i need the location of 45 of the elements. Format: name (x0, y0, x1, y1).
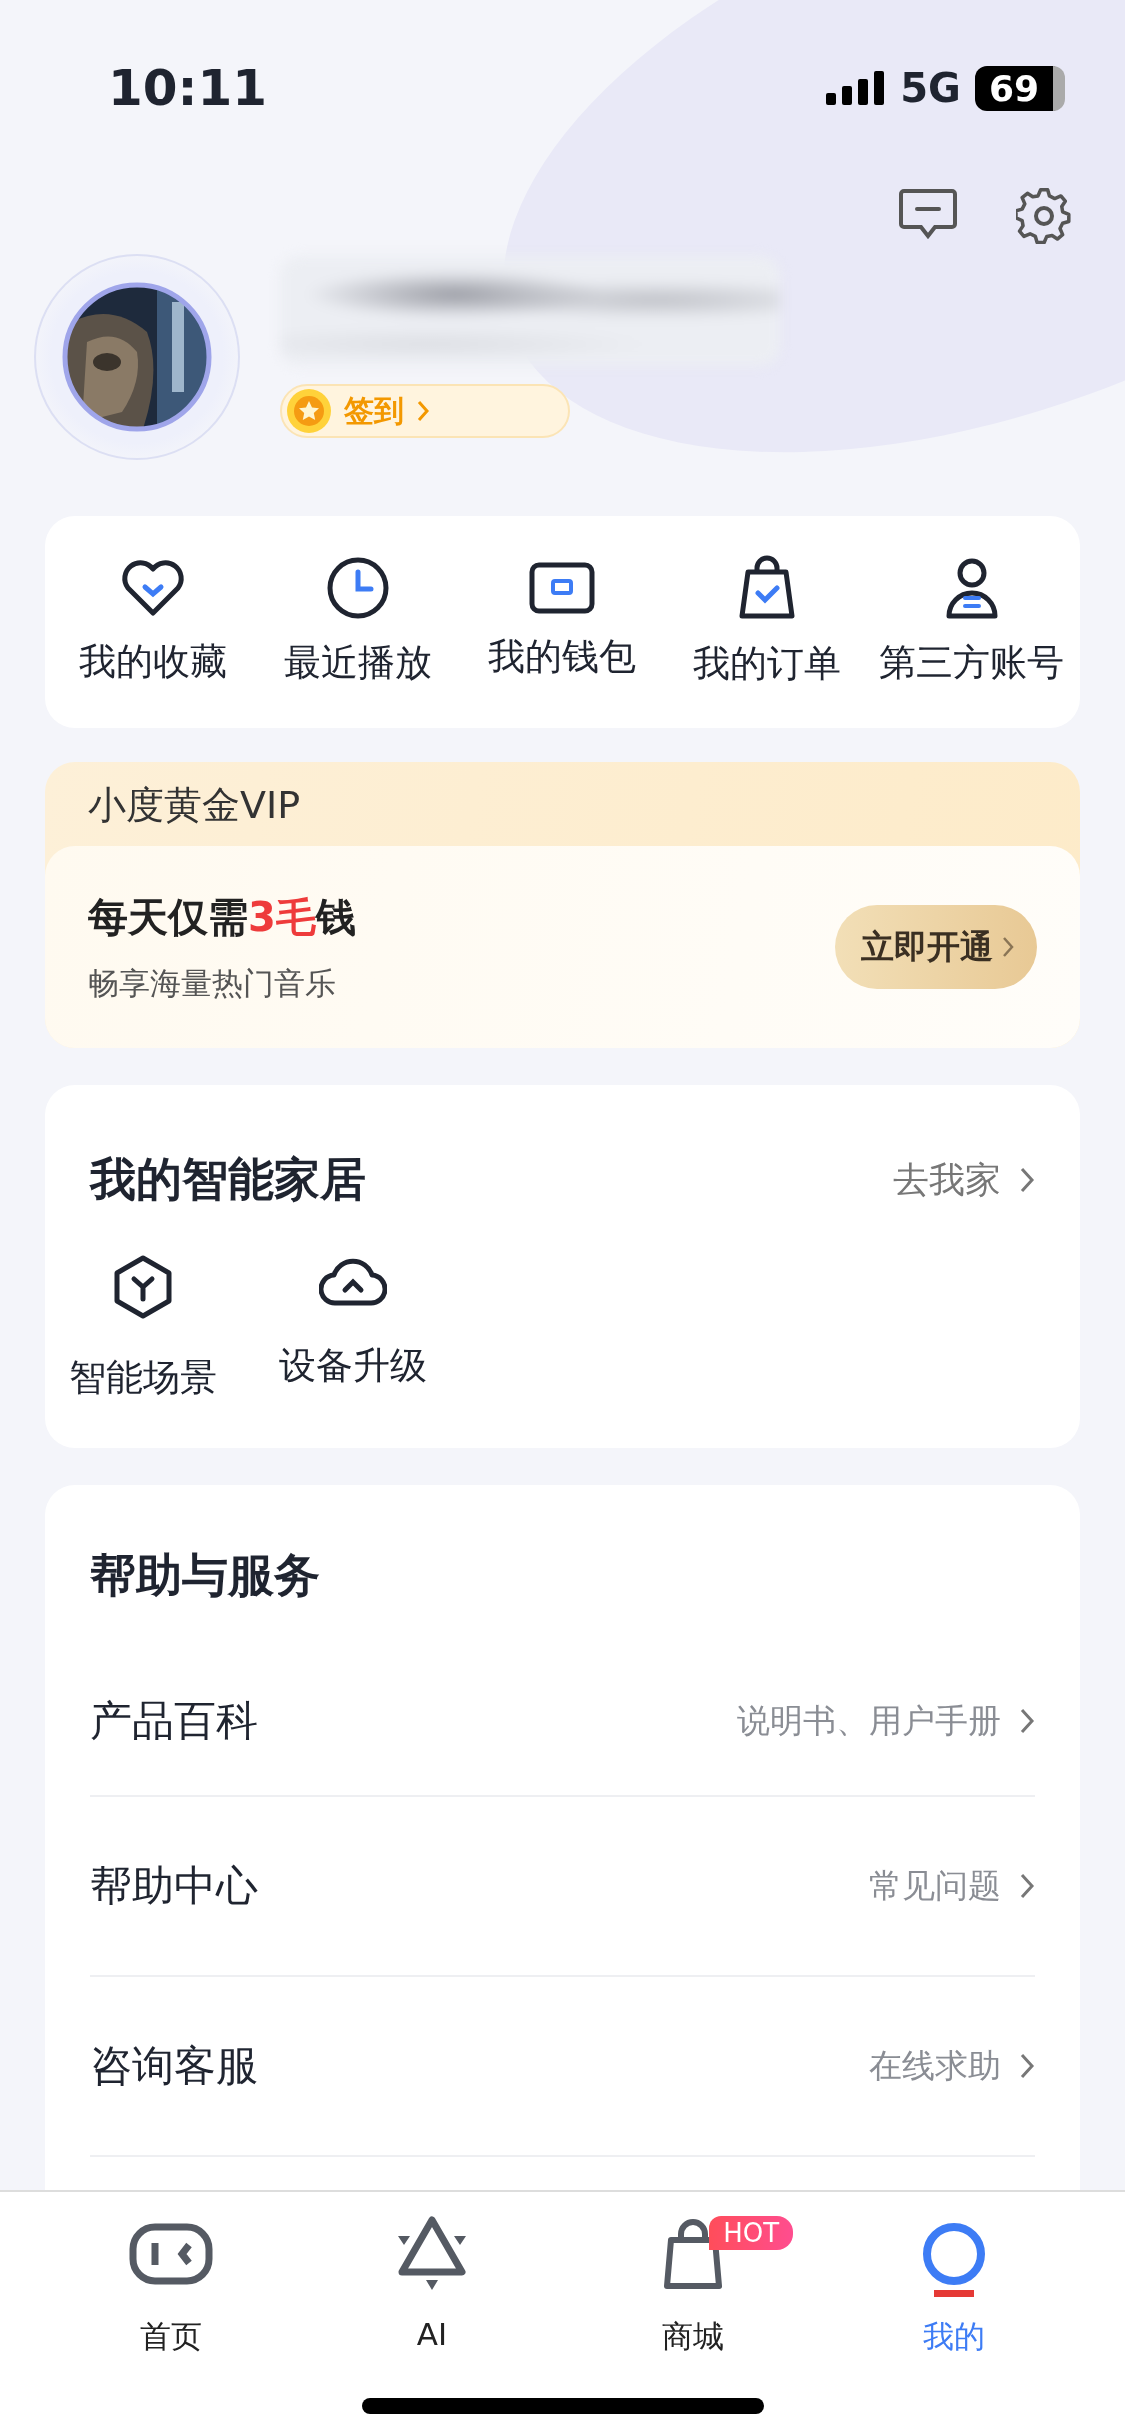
help-row[interactable]: 帮助中心 常见问题 (90, 1797, 1035, 1977)
vip-headline: 每天仅需3毛钱 (88, 892, 356, 942)
smart-home-item[interactable]: 设备升级 (258, 1255, 448, 1403)
status-time: 10:11 (108, 59, 268, 117)
section-title: 我的智能家居 (90, 1151, 366, 1208)
tab[interactable]: 首页 (70, 2192, 271, 2358)
hexagon-icon (113, 1255, 173, 1319)
chevron-icon (1019, 2052, 1035, 2080)
tab[interactable]: HOT 商城 (593, 2192, 794, 2358)
shortcut-item[interactable]: 我的钱包 (467, 562, 658, 682)
hot-badge: HOT (709, 2216, 794, 2250)
selected-indicator (934, 2290, 975, 2297)
activate-button[interactable]: 立即开通 (835, 905, 1037, 989)
shortcut-item[interactable]: 最近播放 (262, 556, 453, 688)
help-row[interactable]: 咨询客服 在线求助 (90, 1977, 1035, 2157)
clock-icon (325, 556, 390, 620)
star-coin-icon (286, 388, 332, 434)
chevron-icon (1019, 1707, 1035, 1735)
message-icon[interactable] (898, 188, 958, 240)
vip-subtitle: 畅享海量热门音乐 (88, 963, 337, 1003)
battery-level: 69 (974, 65, 1065, 111)
chevron-icon (1001, 935, 1015, 959)
ring-icon (922, 2222, 987, 2286)
chevron-icon (1019, 1872, 1035, 1900)
section-title: 帮助与服务 (90, 1547, 321, 1604)
shortcut-item[interactable]: 我的订单 (672, 555, 863, 689)
heart-icon (120, 557, 187, 619)
tab[interactable]: 我的 (854, 2192, 1055, 2358)
vip-title: 小度黄金VIP (87, 782, 302, 829)
signal-icon (826, 71, 887, 105)
chevron-icon (416, 399, 430, 423)
smart-home-item[interactable]: 智能场景 (48, 1255, 238, 1403)
tv-icon (128, 2223, 213, 2285)
shortcut-item[interactable]: 第三方账号 (876, 556, 1067, 688)
go-home-link[interactable]: 去我家 (893, 1155, 1035, 1205)
settings-icon[interactable] (1016, 188, 1072, 244)
wallet-icon (529, 562, 596, 614)
help-row[interactable]: 产品百科 说明书、用户手册 (90, 1617, 1035, 1797)
shortcut-item[interactable]: 我的收藏 (58, 557, 249, 687)
tab[interactable]: AI (331, 2192, 532, 2352)
bag-icon (738, 555, 797, 621)
chevron-icon (1019, 1166, 1035, 1194)
triangle-star-icon (395, 2216, 468, 2292)
vip-card[interactable]: 小度黄金VIP 每天仅需3毛钱 畅享海量热门音乐 立即开通 (45, 762, 1080, 1048)
network-type: 5G (900, 65, 961, 111)
